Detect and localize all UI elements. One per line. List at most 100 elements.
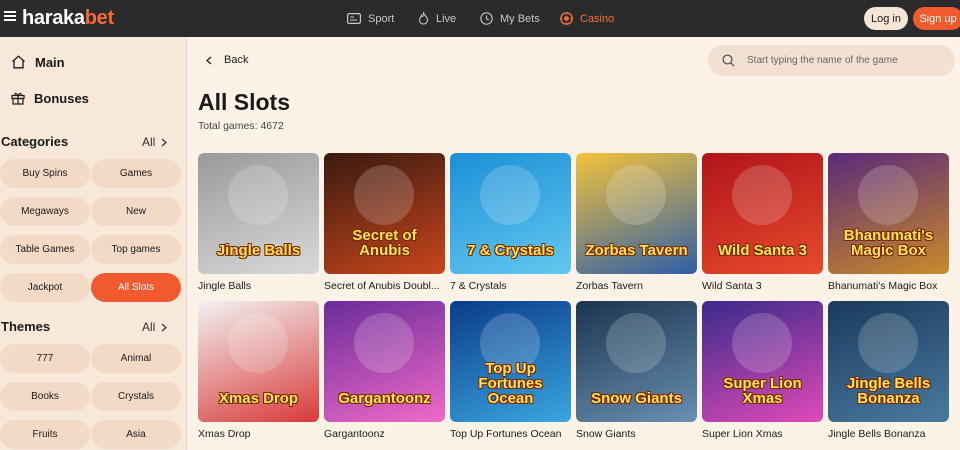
game-card[interactable]: Super Lion Xmas Super Lion Xmas <box>702 301 823 440</box>
game-card[interactable]: Secret of Anubis Secret of Anubis Doubl..… <box>324 153 445 292</box>
category-chip[interactable]: Megaways <box>0 197 90 226</box>
back-button[interactable]: Back <box>206 54 248 66</box>
clock-icon <box>480 12 493 25</box>
sidebar-item-main[interactable]: Main <box>11 52 65 72</box>
game-art-decoration <box>732 165 792 225</box>
home-icon <box>12 55 25 69</box>
theme-chip[interactable]: Animal <box>91 344 181 373</box>
category-chip[interactable]: Jackpot <box>0 273 90 302</box>
game-title[interactable]: Jingle Bells Bonanza <box>828 428 949 440</box>
game-title[interactable]: Jingle Balls <box>198 280 319 292</box>
game-logo-art: Snow Giants <box>591 390 682 407</box>
game-thumbnail[interactable]: Xmas Drop <box>198 301 319 422</box>
nav-label: Casino <box>580 12 615 25</box>
theme-chip[interactable]: Crystals <box>91 382 181 411</box>
theme-chip[interactable]: Asia <box>91 420 181 449</box>
chevron-right-icon <box>161 323 168 331</box>
main-content: Back All Slots Total games: 4672 Jingle … <box>188 37 960 450</box>
game-card[interactable]: 7 & Crystals 7 & Crystals <box>450 153 571 292</box>
category-chip[interactable]: Buy Spins <box>0 159 90 188</box>
game-title[interactable]: Gargantoonz <box>324 428 445 440</box>
game-card[interactable]: Top Up Fortunes Ocean Top Up Fortunes Oce… <box>450 301 571 440</box>
sidebar-item-bonuses[interactable]: Bonuses <box>11 88 89 108</box>
sport-icon <box>347 13 361 24</box>
nav-sport[interactable]: Sport <box>347 0 394 37</box>
categories-title: Categories <box>1 134 69 149</box>
game-art-decoration <box>354 313 414 373</box>
game-title[interactable]: 7 & Crystals <box>450 280 571 292</box>
game-thumbnail[interactable]: Zorbas Tavern <box>576 153 697 274</box>
game-title[interactable]: Top Up Fortunes Ocean <box>450 428 571 440</box>
game-thumbnail[interactable]: Secret of Anubis <box>324 153 445 274</box>
game-logo-art: Zorbas Tavern <box>585 242 688 259</box>
login-button[interactable]: Log in <box>864 7 908 30</box>
menu-icon[interactable] <box>4 11 16 21</box>
game-art-decoration <box>354 165 414 225</box>
game-title[interactable]: Xmas Drop <box>198 428 319 440</box>
game-thumbnail[interactable]: Jingle Balls <box>198 153 319 274</box>
game-art-decoration <box>606 165 666 225</box>
brand-logo[interactable]: harakabet <box>22 7 114 30</box>
game-thumbnail[interactable]: 7 & Crystals <box>450 153 571 274</box>
game-card[interactable]: Gargantoonz Gargantoonz <box>324 301 445 440</box>
nav-label: My Bets <box>500 12 540 25</box>
game-logo-art: 7 & Crystals <box>467 242 554 259</box>
signup-button[interactable]: Sign up <box>913 7 960 30</box>
nav-my-bets[interactable]: My Bets <box>480 0 540 37</box>
game-title[interactable]: Secret of Anubis Doubl... <box>324 280 445 292</box>
theme-chip[interactable]: 777 <box>0 344 90 373</box>
game-thumbnail[interactable]: Gargantoonz <box>324 301 445 422</box>
total-games-count: Total games: 4672 <box>198 120 284 132</box>
nav-live[interactable]: Live <box>418 0 456 37</box>
game-logo-art: Super Lion Xmas <box>723 375 802 407</box>
nav-label: Live <box>436 12 457 25</box>
game-art-decoration <box>480 165 540 225</box>
theme-chip[interactable]: Fruits <box>0 420 90 449</box>
game-thumbnail[interactable]: Super Lion Xmas <box>702 301 823 422</box>
game-thumbnail[interactable]: Wild Santa 3 <box>702 153 823 274</box>
game-logo-art: Wild Santa 3 <box>717 242 808 259</box>
category-chip[interactable]: Games <box>91 159 181 188</box>
game-title[interactable]: Zorbas Tavern <box>576 280 697 292</box>
game-title[interactable]: Bhanumati's Magic Box <box>828 280 949 292</box>
game-search[interactable] <box>708 45 955 76</box>
game-art-decoration <box>732 313 792 373</box>
top-bar: harakabet Sport Live My Bets Casino Log … <box>0 0 960 37</box>
all-label: All <box>142 320 156 334</box>
gift-icon <box>11 92 25 105</box>
game-card[interactable]: Jingle Bells Bonanza Jingle Bells Bonanza <box>828 301 949 440</box>
game-card[interactable]: Bhanumati's Magic Box Bhanumati's Magic B… <box>828 153 949 292</box>
game-card[interactable]: Xmas Drop Xmas Drop <box>198 301 319 440</box>
all-label: All <box>142 135 156 149</box>
themes-all-link[interactable]: All <box>142 320 168 334</box>
game-title[interactable]: Snow Giants <box>576 428 697 440</box>
game-card[interactable]: Snow Giants Snow Giants <box>576 301 697 440</box>
game-card[interactable]: Zorbas Tavern Zorbas Tavern <box>576 153 697 292</box>
game-title[interactable]: Wild Santa 3 <box>702 280 823 292</box>
game-card[interactable]: Wild Santa 3 Wild Santa 3 <box>702 153 823 292</box>
game-thumbnail[interactable]: Top Up Fortunes Ocean <box>450 301 571 422</box>
back-label: Back <box>224 54 249 66</box>
category-chip[interactable]: All Slots <box>91 273 181 302</box>
game-thumbnail[interactable]: Snow Giants <box>576 301 697 422</box>
game-logo-art: Secret of Anubis <box>352 227 417 259</box>
themes-title: Themes <box>1 319 51 334</box>
sidebar-item-label: Main <box>35 54 65 70</box>
game-title[interactable]: Super Lion Xmas <box>702 428 823 440</box>
theme-chip[interactable]: Books <box>0 382 90 411</box>
game-card[interactable]: Jingle Balls Jingle Balls <box>198 153 319 292</box>
search-input[interactable] <box>747 55 947 66</box>
nav-label: Sport <box>368 12 395 25</box>
game-logo-art: Xmas Drop <box>218 390 299 407</box>
category-chip[interactable]: Top games <box>91 235 181 264</box>
game-thumbnail[interactable]: Jingle Bells Bonanza <box>828 301 949 422</box>
game-logo-art: Jingle Balls <box>216 242 301 259</box>
game-thumbnail[interactable]: Bhanumati's Magic Box <box>828 153 949 274</box>
category-chip[interactable]: New <box>91 197 181 226</box>
category-chip[interactable]: Table Games <box>0 235 90 264</box>
nav-casino[interactable]: Casino <box>560 0 614 37</box>
game-logo-art: Gargantoonz <box>338 390 431 407</box>
chevron-left-icon <box>206 56 212 64</box>
categories-all-link[interactable]: All <box>142 135 168 149</box>
game-logo-art: Jingle Bells Bonanza <box>846 375 931 407</box>
